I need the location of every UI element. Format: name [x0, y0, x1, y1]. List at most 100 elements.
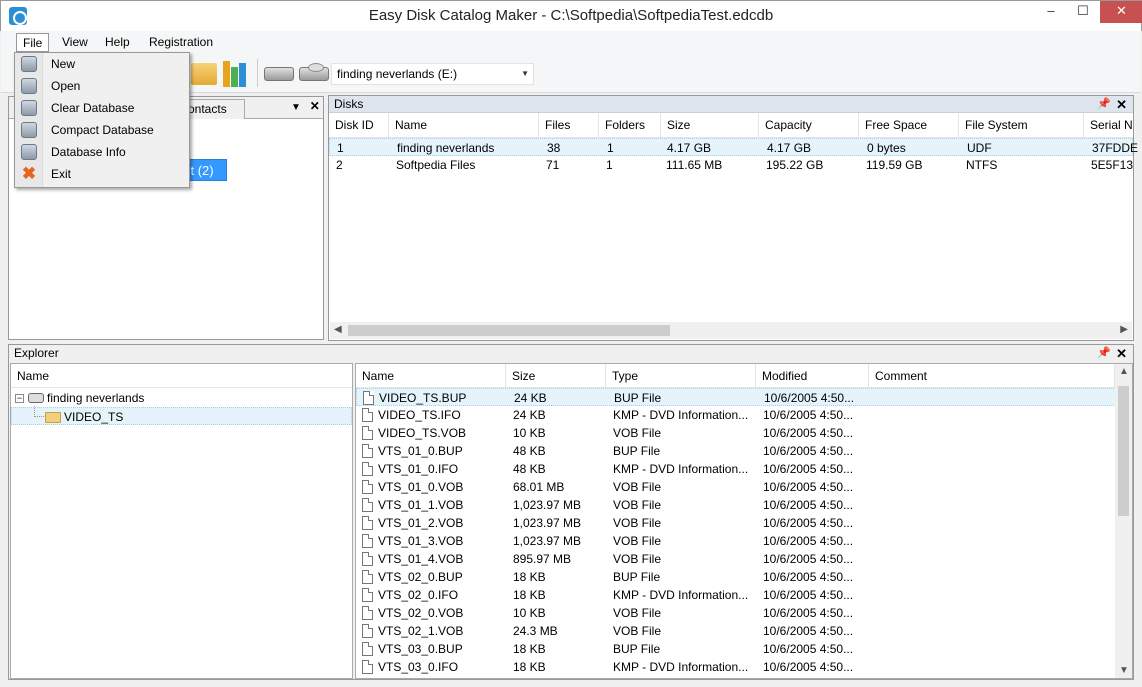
file-row[interactable]: VIDEO_TS.BUP 24 KB BUP File 10/6/2005 4:50.…: [356, 388, 1132, 406]
folder-icon: [45, 412, 61, 423]
file-modified-cell: 10/6/2005 4:50...: [763, 570, 854, 584]
column-header-modified[interactable]: Modified: [756, 364, 869, 388]
file-row[interactable]: VTS_01_0.IFO 48 KB KMP - DVD Information..…: [356, 460, 1132, 478]
menu-item-compact-database[interactable]: Compact Database: [15, 119, 189, 141]
file-row[interactable]: VTS_02_0.BUP 18 KB BUP File 10/6/2005 4:50.…: [356, 568, 1132, 586]
collapse-icon[interactable]: −: [15, 394, 24, 403]
dropdown-arrow-icon[interactable]: ▼: [291, 102, 301, 113]
pin-icon[interactable]: 📌: [1097, 96, 1111, 113]
menu-item-clear-database[interactable]: Clear Database: [15, 97, 189, 119]
file-row[interactable]: VTS_01_4.VOB 895.97 MB VOB File 10/6/2005 4…: [356, 550, 1132, 568]
file-row[interactable]: VTS_01_1.VOB 1,023.97 MB VOB File 10/6/2005…: [356, 496, 1132, 514]
file-type-cell: VOB File: [613, 426, 662, 440]
column-header-files[interactable]: Files: [539, 113, 599, 138]
disk-name-cell: finding neverlands: [397, 141, 495, 155]
tree-header[interactable]: Name: [11, 364, 352, 388]
menu-view[interactable]: View: [56, 33, 94, 52]
file-row[interactable]: VTS_01_0.VOB 68.01 MB VOB File 10/6/2005 4:…: [356, 478, 1132, 496]
scroll-thumb[interactable]: [348, 325, 670, 336]
file-modified-cell: 10/6/2005 4:50...: [763, 462, 854, 476]
column-header-comment[interactable]: Comment: [869, 364, 1115, 388]
column-header-folders[interactable]: Folders: [599, 113, 661, 138]
menu-item-database-info[interactable]: Database Info: [15, 141, 189, 163]
menu-file[interactable]: File: [16, 33, 50, 52]
maximize-button[interactable]: ☐: [1067, 1, 1099, 23]
file-icon: [362, 606, 373, 620]
disk-row[interactable]: 2 Softpedia Files 71 1 111.65 MB 195.22 …: [329, 156, 1133, 174]
file-size-cell: 48 KB: [513, 462, 546, 476]
close-icon[interactable]: ✕: [1116, 345, 1127, 362]
tree-node-folder[interactable]: VIDEO_TS: [11, 406, 352, 425]
file-icon: [362, 624, 373, 638]
file-row[interactable]: VTS_01_3.VOB 1,023.97 MB VOB File 10/6/2005…: [356, 532, 1132, 550]
scroll-thumb[interactable]: [1118, 386, 1129, 516]
disk-id-cell: 1: [337, 141, 344, 155]
disk-name-cell: Softpedia Files: [396, 158, 476, 172]
file-type-cell: BUP File: [614, 391, 662, 405]
minimize-button[interactable]: –: [1035, 1, 1067, 23]
disk-row[interactable]: 1 finding neverlands 38 1 4.17 GB 4.17 G…: [329, 138, 1138, 156]
file-row[interactable]: VTS_03_0.BUP 18 KB BUP File 10/6/2005 4:50.…: [356, 640, 1132, 658]
file-row[interactable]: VTS_02_0.VOB 10 KB VOB File 10/6/2005 4:50.…: [356, 604, 1132, 622]
file-row[interactable]: VTS_02_1.VOB 24.3 MB VOB File 10/6/2005 4:5…: [356, 622, 1132, 640]
file-modified-cell: 10/6/2005 4:50...: [763, 660, 854, 674]
browse-folder-icon[interactable]: [191, 63, 217, 85]
tree-node-root[interactable]: − finding neverlands: [11, 389, 352, 407]
horizontal-scrollbar[interactable]: ◀ ▶: [330, 322, 1132, 339]
column-header-size[interactable]: Size: [661, 113, 759, 138]
close-icon[interactable]: ✕: [1116, 96, 1127, 113]
file-name-cell: VIDEO_TS.VOB: [378, 426, 467, 440]
menu-item-new[interactable]: New: [15, 53, 189, 75]
close-button[interactable]: ✕: [1100, 1, 1142, 23]
file-type-cell: VOB File: [613, 534, 662, 548]
column-header-capacity[interactable]: Capacity: [759, 113, 859, 138]
file-row[interactable]: VTS_01_2.VOB 1,023.97 MB VOB File 10/6/2005…: [356, 514, 1132, 532]
column-header-free-space[interactable]: Free Space: [859, 113, 959, 138]
vertical-scrollbar[interactable]: ▲ ▼: [1115, 364, 1132, 678]
menu-bar: File View Help Registration: [1, 31, 1141, 53]
menu-item-exit[interactable]: ✖ Exit: [15, 163, 189, 185]
menu-item-label: Open: [51, 79, 81, 93]
column-header-file-system[interactable]: File System: [959, 113, 1084, 138]
file-row[interactable]: VTS_02_0.IFO 18 KB KMP - DVD Information..…: [356, 586, 1132, 604]
scroll-down-icon[interactable]: ▼: [1119, 665, 1129, 676]
file-modified-cell: 10/6/2005 4:50...: [763, 588, 854, 602]
menu-help[interactable]: Help: [99, 33, 136, 52]
drive-select[interactable]: finding neverlands (E:) ▼: [331, 63, 534, 85]
menu-registration[interactable]: Registration: [143, 33, 219, 52]
column-header-disk-id[interactable]: Disk ID: [329, 113, 389, 138]
statistics-chart-icon[interactable]: [221, 59, 247, 87]
file-size-cell: 10 KB: [513, 426, 546, 440]
scan-drive-icon[interactable]: [264, 67, 294, 81]
file-modified-cell: 10/6/2005 4:50...: [763, 408, 854, 422]
column-header-name[interactable]: Name: [356, 364, 506, 388]
file-size-cell: 10 KB: [513, 606, 546, 620]
pin-icon[interactable]: 📌: [1097, 345, 1111, 362]
column-header-size[interactable]: Size: [506, 364, 606, 388]
file-row[interactable]: VIDEO_TS.VOB 10 KB VOB File 10/6/2005 4:50.…: [356, 424, 1132, 442]
file-icon: [363, 391, 374, 405]
chevron-down-icon[interactable]: ▼: [521, 64, 529, 84]
file-row[interactable]: VTS_03_0.IFO 18 KB KMP - DVD Information..…: [356, 658, 1132, 676]
file-type-cell: VOB File: [613, 552, 662, 566]
file-row[interactable]: VTS_01_0.BUP 48 KB BUP File 10/6/2005 4:50.…: [356, 442, 1132, 460]
file-name-cell: VTS_01_4.VOB: [378, 552, 464, 566]
file-icon: [362, 498, 373, 512]
scan-cd-drive-icon[interactable]: [299, 63, 329, 81]
scroll-right-icon[interactable]: ▶: [1120, 324, 1128, 335]
column-header-type[interactable]: Type: [606, 364, 756, 388]
file-name-cell: VIDEO_TS.BUP: [379, 391, 467, 405]
database-compact-icon: [21, 122, 37, 138]
column-header-serial[interactable]: Serial N: [1084, 113, 1134, 138]
file-size-cell: 18 KB: [513, 660, 546, 674]
file-size-cell: 24 KB: [513, 408, 546, 422]
file-row[interactable]: VIDEO_TS.IFO 24 KB KMP - DVD Information..…: [356, 406, 1132, 424]
disk-file-system-cell: NTFS: [966, 158, 998, 172]
file-modified-cell: 10/6/2005 4:50...: [763, 624, 854, 638]
disks-panel-header: Disks 📌 ✕: [329, 96, 1133, 113]
scroll-up-icon[interactable]: ▲: [1119, 366, 1129, 377]
column-header-name[interactable]: Name: [389, 113, 539, 138]
scroll-left-icon[interactable]: ◀: [334, 324, 342, 335]
menu-item-open[interactable]: Open: [15, 75, 189, 97]
close-icon[interactable]: ✕: [310, 99, 320, 113]
